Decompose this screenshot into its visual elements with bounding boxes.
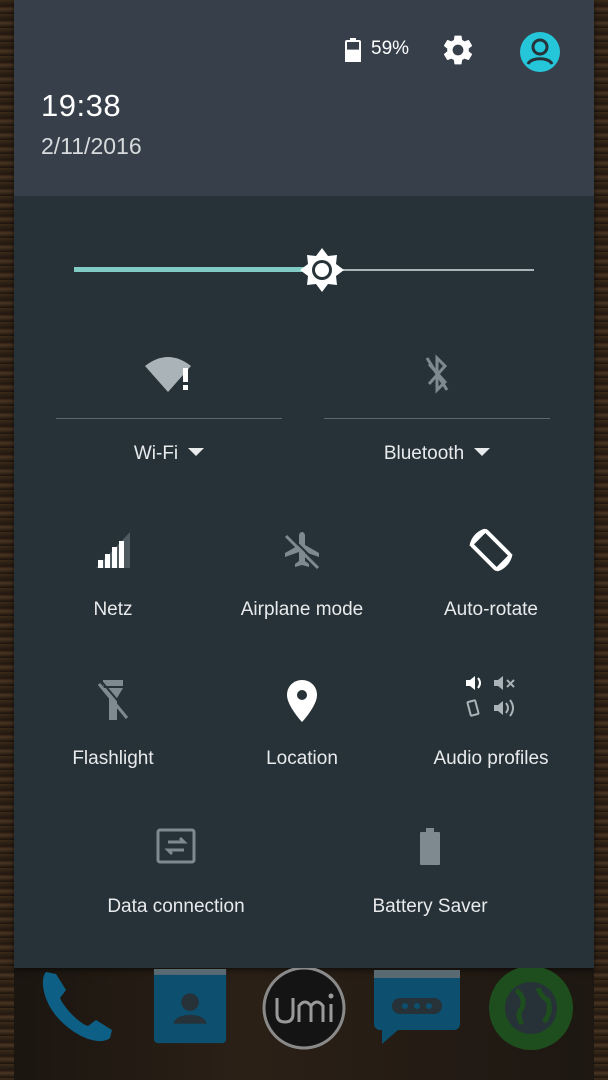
- quick-settings-header: 59% 19:38 2/11/2016: [14, 0, 594, 196]
- bluetooth-label[interactable]: Bluetooth: [384, 443, 464, 464]
- bluetooth-divider: [324, 418, 550, 419]
- tile-data-connection[interactable]: Data connection: [84, 820, 268, 930]
- brightness-sun-icon[interactable]: [300, 248, 345, 292]
- battery-saver-icon: [420, 828, 440, 865]
- battery-percentage: 59%: [371, 38, 410, 59]
- netz-label[interactable]: Netz: [34, 599, 192, 621]
- tile-audio-profiles[interactable]: Audio profiles: [412, 670, 570, 780]
- wifi-label[interactable]: Wi-Fi: [134, 443, 178, 464]
- tile-battery-saver[interactable]: Battery Saver: [338, 820, 522, 930]
- flashlight-off-icon: [97, 680, 130, 720]
- auto-rotate-icon: [469, 528, 513, 572]
- brightness-slider[interactable]: [74, 246, 534, 294]
- browser-icon[interactable]: [486, 968, 576, 1058]
- data-connection-label[interactable]: Data connection: [84, 896, 268, 918]
- tile-location[interactable]: Location: [223, 670, 381, 780]
- data-connection-icon: [156, 828, 196, 864]
- auto-rotate-label[interactable]: Auto-rotate: [412, 599, 570, 621]
- home-dock: [0, 968, 608, 1080]
- wallpaper-edge-left: [0, 0, 14, 1080]
- bluetooth-off-icon: [425, 354, 449, 394]
- messaging-icon[interactable]: [372, 968, 462, 1048]
- tile-bluetooth[interactable]: Bluetooth: [324, 340, 550, 480]
- clock-time[interactable]: 19:38: [41, 88, 121, 124]
- tile-netz[interactable]: Netz: [34, 520, 192, 630]
- wifi-dropdown-caret-icon[interactable]: [188, 447, 205, 456]
- phone-icon[interactable]: [36, 968, 116, 1048]
- brightness-fill: [74, 267, 323, 272]
- tile-auto-rotate[interactable]: Auto-rotate: [412, 520, 570, 630]
- audio-profiles-label[interactable]: Audio profiles: [412, 748, 570, 770]
- contacts-icon[interactable]: [152, 968, 230, 1048]
- battery-icon: [345, 38, 361, 62]
- wallpaper-edge-right: [594, 0, 608, 1080]
- wifi-warning-icon: [145, 357, 191, 392]
- settings-gear-icon[interactable]: [440, 32, 476, 68]
- bluetooth-dropdown-caret-icon[interactable]: [474, 447, 491, 456]
- location-label[interactable]: Location: [223, 748, 381, 770]
- wifi-divider: [56, 418, 282, 419]
- umi-logo-icon[interactable]: [259, 968, 349, 1058]
- flashlight-label[interactable]: Flashlight: [34, 748, 192, 770]
- date-text[interactable]: 2/11/2016: [41, 133, 142, 160]
- battery-saver-label[interactable]: Battery Saver: [338, 896, 522, 918]
- tile-wifi[interactable]: Wi-Fi: [56, 340, 282, 480]
- location-pin-icon: [287, 680, 317, 722]
- tile-flashlight[interactable]: Flashlight: [34, 670, 192, 780]
- quick-settings-panel: 59% 19:38 2/11/2016 Wi-Fi Bluetooth Netz…: [14, 0, 594, 968]
- airplane-off-icon: [284, 532, 321, 570]
- audio-profiles-icon: [466, 676, 515, 717]
- signal-icon: [96, 532, 130, 568]
- tile-airplane[interactable]: Airplane mode: [223, 520, 381, 630]
- airplane-mode-label[interactable]: Airplane mode: [223, 599, 381, 621]
- user-avatar-icon[interactable]: [519, 31, 561, 73]
